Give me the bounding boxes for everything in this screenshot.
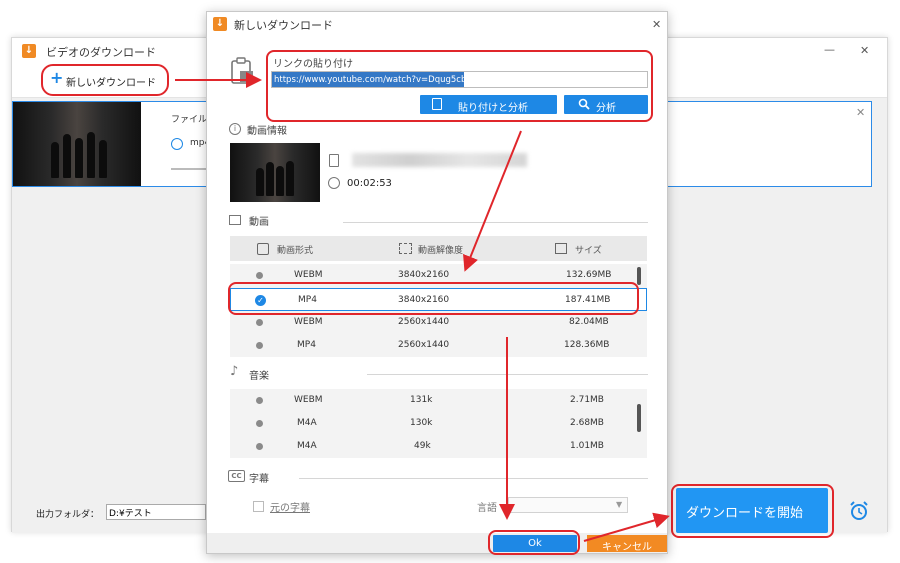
video-row-resolution: 2560x1440 bbox=[398, 340, 450, 350]
clock-icon bbox=[328, 177, 340, 189]
video-row-format: WEBM bbox=[294, 270, 323, 280]
audio-section-divider bbox=[367, 374, 648, 375]
language-select[interactable]: ▼ bbox=[508, 497, 628, 513]
size-icon bbox=[555, 243, 567, 254]
app-logo-icon: ↓ bbox=[22, 44, 36, 58]
task-thumbnail bbox=[13, 102, 141, 186]
video-row-size: 132.69MB bbox=[566, 270, 612, 280]
chevron-down-icon: ▼ bbox=[616, 500, 623, 509]
annotation-start-box bbox=[671, 484, 834, 538]
video-row-format: WEBM bbox=[294, 317, 323, 327]
col-video-resolution: 動画解像度 bbox=[418, 246, 464, 256]
audio-scrollbar[interactable] bbox=[637, 404, 641, 432]
audio-row[interactable]: WEBM 131k 2.71MB bbox=[230, 389, 647, 412]
main-window-title: ビデオのダウンロード bbox=[46, 46, 156, 59]
audio-row-bitrate: 131k bbox=[410, 395, 433, 405]
subtitle-section-divider bbox=[299, 478, 648, 479]
annotation-ok-box bbox=[488, 530, 580, 555]
video-thumbnail bbox=[230, 143, 320, 202]
annotation-new-download-box bbox=[41, 64, 169, 96]
audio-row[interactable]: M4A 130k 2.68MB bbox=[230, 412, 647, 435]
video-table-header: 動画形式 動画解像度 サイズ bbox=[230, 236, 647, 261]
resolution-icon bbox=[399, 243, 412, 254]
audio-row-size: 1.01MB bbox=[570, 441, 604, 451]
video-format-icon bbox=[257, 243, 269, 255]
output-folder-input[interactable] bbox=[106, 504, 206, 520]
audio-row-size: 2.71MB bbox=[570, 395, 604, 405]
video-scrollbar[interactable] bbox=[637, 267, 641, 285]
annotation-url-box bbox=[266, 50, 653, 122]
audio-row-format: M4A bbox=[297, 441, 317, 451]
task-progress-track bbox=[171, 168, 211, 170]
dialog-title: 新しいダウンロード bbox=[234, 19, 333, 32]
alarm-clock-icon[interactable] bbox=[848, 500, 870, 522]
video-section-label: 動画 bbox=[249, 217, 269, 228]
video-row[interactable]: MP4 2560x1440 128.36MB bbox=[230, 334, 647, 357]
video-row-resolution: 3840x2160 bbox=[398, 270, 450, 280]
minimize-icon[interactable]: — bbox=[824, 43, 835, 56]
audio-row-size: 2.68MB bbox=[570, 418, 604, 428]
video-section-divider bbox=[343, 222, 648, 223]
clipboard-icon bbox=[231, 57, 253, 84]
video-row-size: 82.04MB bbox=[569, 317, 609, 327]
info-icon: i bbox=[229, 123, 241, 135]
language-label: 言語 bbox=[477, 503, 497, 514]
close-icon[interactable]: ✕ bbox=[860, 44, 869, 57]
task-close-icon[interactable]: ✕ bbox=[856, 106, 865, 119]
dialog-logo-icon: ↓ bbox=[213, 17, 227, 31]
audio-section-label: 音楽 bbox=[249, 371, 269, 382]
cc-icon: CC bbox=[228, 470, 245, 482]
audio-row-bitrate: 49k bbox=[414, 441, 431, 451]
music-note-icon: ♪ bbox=[230, 364, 239, 379]
video-row-size: 128.36MB bbox=[564, 340, 610, 350]
video-info-label: 動画情報 bbox=[247, 126, 287, 137]
col-video-format: 動画形式 bbox=[277, 246, 314, 256]
audio-row[interactable]: M4A 49k 1.01MB bbox=[230, 435, 647, 458]
original-subtitle-label[interactable]: 元の字幕 bbox=[270, 499, 310, 514]
file-icon bbox=[329, 154, 339, 167]
audio-row-format: M4A bbox=[297, 418, 317, 428]
video-title-blurred bbox=[352, 153, 527, 167]
format-icon bbox=[171, 138, 183, 150]
cancel-label: キャンセル bbox=[602, 542, 652, 553]
annotation-row-box bbox=[228, 282, 639, 315]
audio-row-format: WEBM bbox=[294, 395, 323, 405]
col-video-size: サイズ bbox=[575, 246, 602, 256]
output-folder-label: 出力フォルダ： bbox=[36, 510, 100, 520]
duration-value: 00:02:53 bbox=[347, 178, 392, 189]
original-subtitle-checkbox[interactable] bbox=[253, 501, 264, 512]
subtitle-section-label: 字幕 bbox=[249, 474, 269, 485]
dialog-close-icon[interactable]: ✕ bbox=[652, 18, 661, 31]
cancel-button[interactable]: キャンセル bbox=[587, 535, 667, 553]
video-row-resolution: 2560x1440 bbox=[398, 317, 450, 327]
audio-row-bitrate: 130k bbox=[410, 418, 433, 428]
video-section-icon bbox=[229, 215, 241, 225]
audio-table-body: WEBM 131k 2.71MB M4A 130k 2.68MB M4A 49k… bbox=[230, 389, 647, 458]
video-row-format: MP4 bbox=[297, 340, 316, 350]
